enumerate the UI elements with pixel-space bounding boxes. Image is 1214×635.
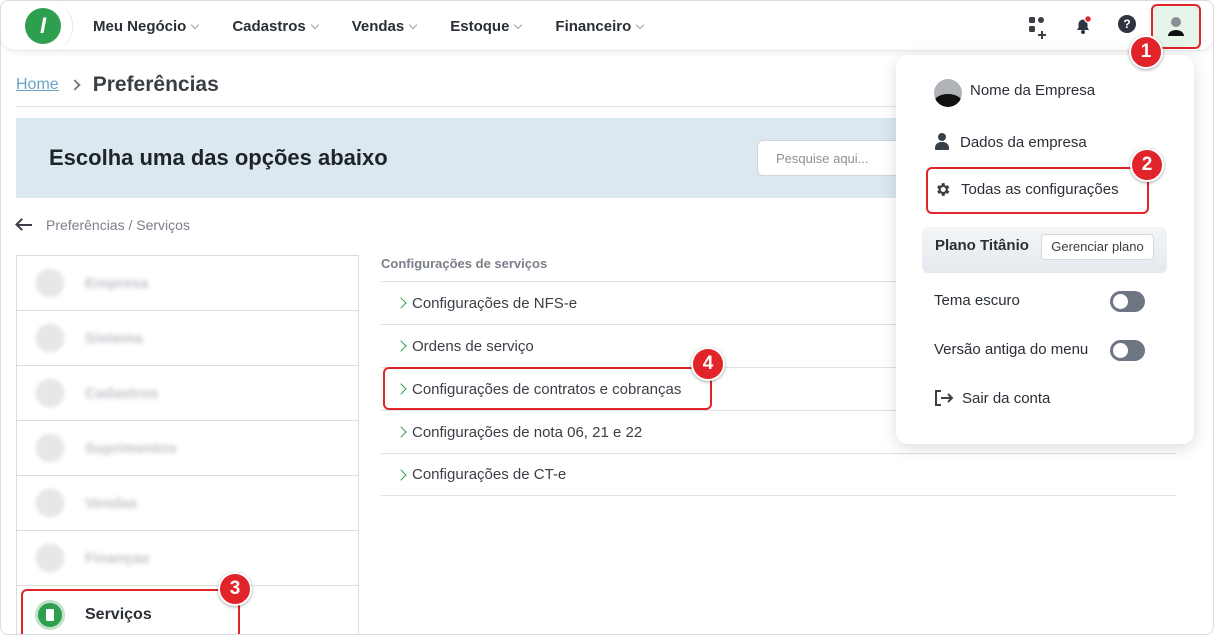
banner-title: Escolha uma das opções abaixo (49, 145, 388, 170)
nav-label: Cadastros (232, 17, 306, 35)
sidebar-item-label: Finanças (85, 549, 151, 567)
step-badge-3: 3 (218, 572, 252, 606)
step-badge-4: 4 (691, 347, 725, 381)
chevron-down-icon (191, 20, 200, 29)
section-title: Configurações de serviços (381, 256, 548, 271)
sidebar-item-financas[interactable]: Finanças (17, 531, 358, 586)
back-label: Preferências / Serviços (46, 217, 190, 233)
back-link[interactable]: Preferências / Serviços (16, 217, 190, 233)
category-icon (35, 268, 65, 298)
chevron-right-icon (395, 469, 407, 481)
nav-estoque[interactable]: Estoque (450, 17, 523, 35)
sidebar-item-label: Suprimentos (85, 439, 177, 457)
highlight-all-settings (926, 167, 1149, 214)
chevron-right-icon (69, 79, 81, 91)
list-item-label: Ordens de serviço (412, 337, 534, 355)
user-avatar-icon (1168, 17, 1184, 36)
help-icon[interactable]: ? (1118, 15, 1136, 33)
sidebar-item-servicos[interactable]: Serviços (21, 589, 240, 634)
chevron-right-icon (395, 340, 407, 352)
breadcrumb-home-link[interactable]: Home (16, 76, 59, 94)
page-title: Preferências (92, 73, 219, 96)
logout-button[interactable]: Sair da conta (934, 389, 1050, 407)
old-menu-label: Versão antiga do menu (934, 341, 1089, 358)
step-badge-1: 1 (1129, 35, 1163, 69)
nav-label: Meu Negócio (93, 17, 187, 35)
dark-theme-toggle[interactable] (1110, 291, 1145, 312)
app-window: I Meu Negócio Cadastros Vendas Estoque F… (0, 0, 1214, 635)
top-navigation-bar: I Meu Negócio Cadastros Vendas Estoque F… (1, 1, 1213, 51)
chevron-down-icon (310, 20, 319, 29)
chevron-down-icon (408, 20, 418, 29)
category-icon (35, 323, 65, 353)
plan-label: Plano Titânio (935, 237, 1029, 254)
arrow-left-icon (16, 219, 32, 231)
list-item-label: Configurações de CT-e (412, 466, 567, 483)
nav-label: Vendas (351, 17, 405, 35)
company-avatar-icon (934, 79, 962, 107)
list-item-label: Configurações de nota 06, 21 e 22 (412, 423, 643, 441)
sidebar-item-empresa[interactable]: Empresa (17, 256, 358, 311)
sidebar-item-sistema[interactable]: Sistema (17, 311, 358, 366)
logo-area: I (1, 1, 73, 51)
logout-icon (935, 390, 954, 406)
sidebar-item-label: Cadastros (85, 384, 159, 402)
nav-label: Estoque (450, 17, 510, 35)
chevron-right-icon (395, 426, 407, 438)
main-nav: Meu Negócio Cadastros Vendas Estoque Fin… (93, 1, 677, 51)
sidebar-item-cadastros[interactable]: Cadastros (17, 366, 358, 421)
category-icon (35, 543, 65, 573)
sidebar-item-label: Empresa (85, 274, 149, 292)
logout-label: Sair da conta (962, 389, 1051, 407)
preferences-sidebar: Empresa Sistema Cadastros Suprimentos Ve… (16, 255, 359, 634)
document-icon (35, 600, 65, 630)
breadcrumb: Home Preferências (16, 73, 219, 97)
chevron-down-icon (636, 20, 645, 29)
nav-vendas[interactable]: Vendas (351, 17, 418, 35)
plan-box: Plano Titânio Gerenciar plano (922, 227, 1167, 273)
apps-grid-icon[interactable] (1026, 14, 1048, 39)
sidebar-item-suprimentos[interactable]: Suprimentos (17, 421, 358, 476)
company-name: Nome da Empresa (970, 82, 1096, 99)
sidebar-item-label: Vendas (85, 494, 138, 512)
old-menu-toggle[interactable] (1110, 340, 1145, 361)
menu-item-company-data[interactable]: Dados da empresa (934, 133, 1087, 151)
chevron-right-icon (395, 297, 407, 309)
sidebar-item-label: Serviços (85, 606, 152, 623)
category-icon (35, 488, 65, 518)
highlight-contracts (383, 367, 712, 410)
chevron-down-icon (514, 20, 523, 29)
nav-financeiro[interactable]: Financeiro (555, 17, 645, 35)
app-logo[interactable]: I (25, 8, 61, 44)
category-icon (35, 378, 65, 408)
list-item[interactable]: Configurações de CT-e (381, 453, 1176, 496)
step-badge-2: 2 (1130, 148, 1164, 182)
sidebar-item-label: Sistema (85, 329, 143, 347)
notification-bell-icon[interactable] (1072, 14, 1094, 36)
dark-theme-label: Tema escuro (934, 292, 1020, 309)
manage-plan-button[interactable]: Gerenciar plano (1041, 234, 1154, 260)
category-icon (35, 433, 65, 463)
list-item-label: Configurações de NFS-e (412, 294, 578, 312)
person-icon (934, 133, 950, 151)
menu-item-label: Dados da empresa (960, 133, 1087, 151)
sidebar-item-vendas[interactable]: Vendas (17, 476, 358, 531)
nav-meu-negocio[interactable]: Meu Negócio (93, 17, 200, 35)
nav-label: Financeiro (555, 17, 632, 35)
nav-cadastros[interactable]: Cadastros (232, 17, 319, 35)
user-dropdown-menu: Nome da Empresa Dados da empresa Todas a… (896, 55, 1194, 444)
